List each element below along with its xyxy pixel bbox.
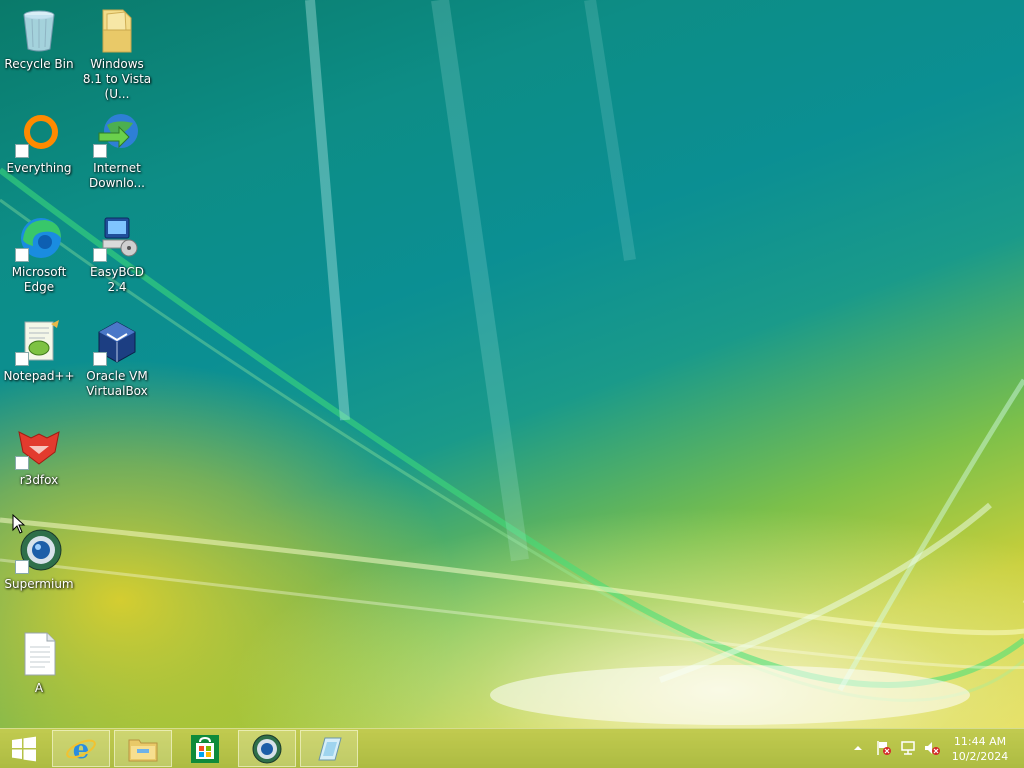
shortcut-arrow-icon — [15, 560, 29, 574]
taskbar-clock[interactable]: 11:44 AM 10/2/2024 — [950, 734, 1010, 764]
taskbar-internet-explorer[interactable]: e — [52, 730, 110, 767]
clock-date: 10/2/2024 — [951, 750, 1009, 763]
recycle-bin-icon — [15, 6, 63, 54]
shortcut-arrow-icon — [93, 352, 107, 366]
action-center-flag-icon — [877, 741, 891, 755]
folder-icon — [93, 6, 141, 54]
desktop-icon-label: r3dfox — [19, 473, 59, 487]
desktop-icon-notepad-plus-plus[interactable]: Notepad++ — [2, 318, 76, 384]
start-button[interactable] — [0, 730, 48, 767]
everything-search-icon — [15, 110, 63, 158]
network-button[interactable] — [900, 740, 916, 756]
desktop-icon-label: Everything — [6, 161, 72, 175]
show-hidden-icons-chevron-icon — [854, 746, 862, 750]
virtualbox-icon — [93, 318, 141, 366]
internet-download-manager-icon — [93, 110, 141, 158]
shortcut-arrow-icon — [15, 144, 29, 158]
shortcut-arrow-icon — [15, 248, 29, 262]
desktop-icon-everything[interactable]: Everything — [2, 110, 76, 176]
shortcut-arrow-icon — [93, 248, 107, 262]
desktop-icon-recycle-bin[interactable]: Recycle Bin — [2, 6, 76, 72]
taskbar-supermium[interactable] — [238, 730, 296, 767]
desktop-icon-label: Microsoft Edge — [11, 265, 67, 294]
volume-muted-icon — [925, 742, 940, 755]
desktop-icon-r3dfox[interactable]: r3dfox — [2, 422, 76, 488]
supermium-icon — [252, 734, 282, 763]
desktop-icon-label: Internet Downlo... — [89, 161, 145, 190]
mouse-cursor-icon — [12, 514, 26, 534]
volume-button[interactable] — [924, 740, 940, 756]
easybcd-icon — [93, 214, 141, 262]
store-icon — [191, 734, 219, 763]
svg-text:e: e — [73, 735, 90, 765]
desktop-icon-oracle-vm-virtualbox[interactable]: Oracle VM VirtualBox — [80, 318, 154, 399]
text-file-icon — [15, 630, 63, 678]
desktop-icon-label: A — [34, 681, 44, 695]
desktop-icon-internet-download-manager[interactable]: Internet Downlo... — [80, 110, 154, 191]
windows-logo-icon — [12, 736, 36, 761]
taskbar-easybcd[interactable] — [300, 730, 358, 767]
shortcut-arrow-icon — [93, 144, 107, 158]
taskbar-file-explorer[interactable] — [114, 730, 172, 767]
desktop-icon-label: EasyBCD 2.4 — [90, 265, 144, 294]
desktop-icon-microsoft-edge[interactable]: Microsoft Edge — [2, 214, 76, 295]
desktop-icon-text-file-a[interactable]: A — [2, 630, 76, 696]
desktop-icon-label: Windows 8.1 to Vista (U... — [82, 57, 152, 101]
shortcut-arrow-icon — [15, 456, 29, 470]
easybcd-icon — [318, 737, 342, 760]
desktop-background[interactable]: Recycle Bin Windows 8.1 to Vista (U... E… — [0, 0, 1024, 728]
clock-time: 11:44 AM — [953, 735, 1007, 748]
desktop-icon-label: Supermium — [4, 577, 74, 591]
shortcut-arrow-icon — [15, 352, 29, 366]
show-hidden-icons-button[interactable] — [850, 740, 866, 756]
action-center-button[interactable] — [876, 740, 892, 756]
desktop-icon-label: Oracle VM VirtualBox — [86, 369, 148, 398]
taskbar-store[interactable] — [176, 730, 234, 767]
desktop-icon-label: Recycle Bin — [4, 57, 74, 71]
desktop-icon-supermium[interactable]: Supermium — [2, 526, 76, 592]
file-explorer-icon — [128, 739, 158, 761]
network-icon — [901, 741, 915, 755]
desktop-icon-label: Notepad++ — [3, 369, 75, 383]
r3dfox-icon — [15, 422, 63, 470]
internet-explorer-icon: e — [66, 735, 96, 765]
desktop-icon-windows-81-to-vista[interactable]: Windows 8.1 to Vista (U... — [80, 6, 154, 102]
taskbar: e 11:44 AM 10/2/2024 — [0, 728, 1024, 768]
edge-icon — [15, 214, 63, 262]
notepad-plus-plus-icon — [15, 318, 63, 366]
desktop-icon-easybcd[interactable]: EasyBCD 2.4 — [80, 214, 154, 295]
